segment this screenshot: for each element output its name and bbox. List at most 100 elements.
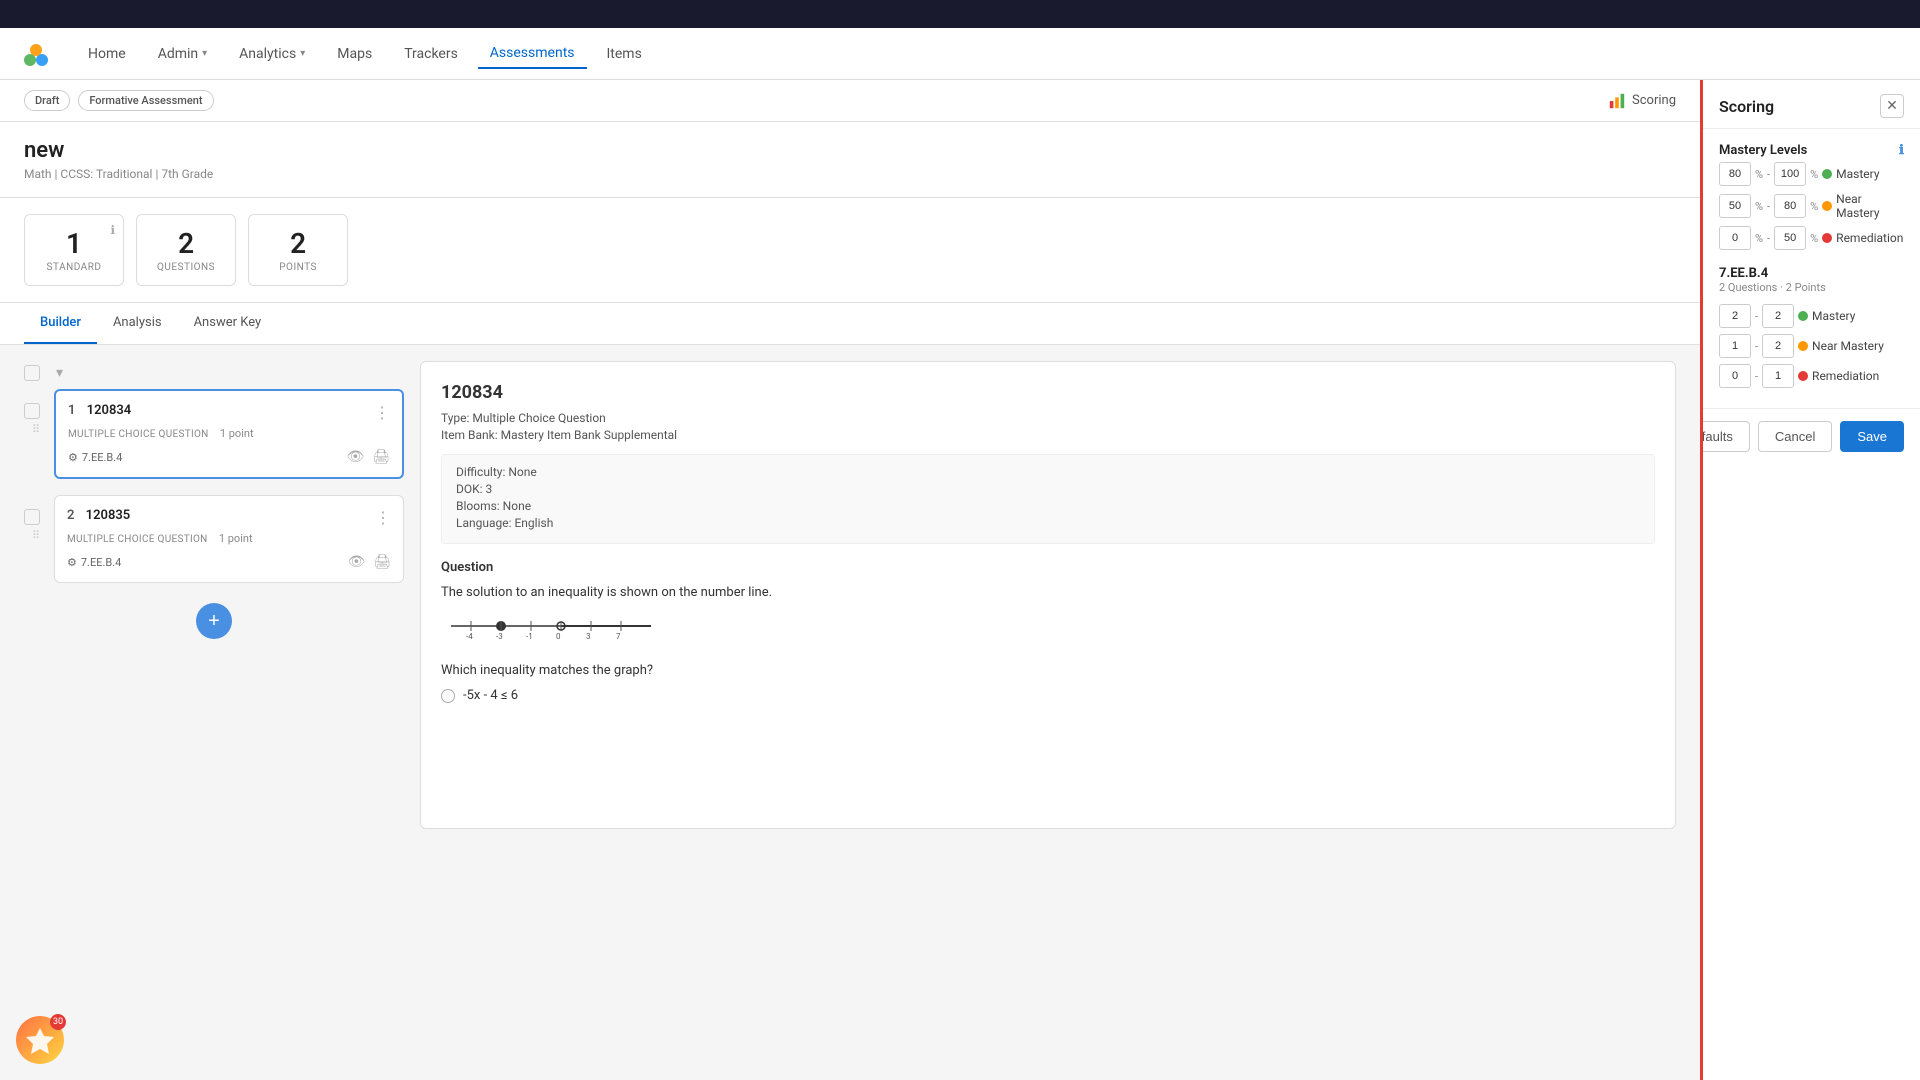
mastery-max-1[interactable] xyxy=(1774,162,1806,186)
mastery-dash-2: - xyxy=(1767,200,1770,213)
question-list-header: ▾ xyxy=(24,361,404,385)
mastery-info-icon[interactable]: ℹ xyxy=(1899,143,1904,158)
standard-label-3: Remediation xyxy=(1812,369,1879,383)
stat-points: 2 POINTS xyxy=(248,214,348,286)
mastery-max-3[interactable] xyxy=(1774,226,1806,250)
nav-items[interactable]: Items xyxy=(595,40,654,68)
main-content: Draft Formative Assessment Scoring new M… xyxy=(0,80,1700,1080)
scoring-close-button[interactable]: ✕ xyxy=(1880,94,1904,118)
mastery-max-2[interactable] xyxy=(1774,194,1806,218)
mastery-pct-1: % xyxy=(1755,168,1763,181)
question-answer-label: Which inequality matches the graph? xyxy=(441,661,1655,681)
std-dot-red xyxy=(1798,371,1808,381)
save-button[interactable]: Save xyxy=(1840,421,1904,452)
standard-icon-2: ⚙ xyxy=(67,556,77,569)
q1-id: 120834 xyxy=(87,403,132,418)
mastery-dot-green-1 xyxy=(1822,169,1832,179)
mastery-label-1: Mastery xyxy=(1836,167,1879,181)
scoring-header: Scoring ✕ xyxy=(1703,80,1920,129)
standard-row-1: - Mastery xyxy=(1719,304,1904,328)
q1-drag-handle[interactable]: ⠿ xyxy=(32,423,40,436)
q1-menu-icon[interactable]: ⋮ xyxy=(374,403,390,422)
nav-maps[interactable]: Maps xyxy=(325,40,384,68)
mastery-dot-orange-1 xyxy=(1822,201,1832,211)
nav-assessments[interactable]: Assessments xyxy=(478,39,587,69)
q1-checkbox[interactable] xyxy=(24,403,40,419)
svg-text:-3: -3 xyxy=(496,632,503,641)
mastery-pct-4: % xyxy=(1810,200,1818,213)
defaults-button[interactable]: Defaults xyxy=(1700,421,1750,452)
mastery-min-3[interactable] xyxy=(1719,226,1751,250)
q1-points: 1 point xyxy=(220,427,254,440)
notification-badge: 30 xyxy=(50,1014,66,1030)
q2-drag-handle[interactable]: ⠿ xyxy=(32,529,40,542)
nav-trackers[interactable]: Trackers xyxy=(392,40,470,68)
tab-analysis[interactable]: Analysis xyxy=(97,303,178,344)
builder-area: ▾ ⠿ 1 120834 ⋮ xyxy=(0,345,1700,845)
standard-max-3[interactable] xyxy=(1762,364,1794,388)
question-item-2[interactable]: 2 120835 ⋮ MULTIPLE CHOICE QUESTION 1 po… xyxy=(54,495,404,583)
standard-section: 7.EE.B.4 2 Questions · 2 Points - Master… xyxy=(1719,266,1904,388)
stat-label-points: POINTS xyxy=(269,262,327,273)
mastery-row-1: % - % Mastery xyxy=(1719,162,1904,186)
sub-header-left: Draft Formative Assessment xyxy=(24,90,214,111)
scoring-sidebar: Scoring ✕ Mastery Levels ℹ % - % Mastery xyxy=(1700,80,1920,1080)
option-radio-1[interactable] xyxy=(441,689,455,703)
mastery-min-2[interactable] xyxy=(1719,194,1751,218)
q1-header: 1 120834 ⋮ xyxy=(68,403,390,422)
analytics-chevron-icon: ▾ xyxy=(300,48,305,59)
nav-admin[interactable]: Admin▾ xyxy=(146,40,219,68)
mastery-label-3: Remediation xyxy=(1836,231,1903,245)
scoring-button[interactable]: Scoring xyxy=(1608,92,1676,110)
select-all-checkbox[interactable] xyxy=(24,365,40,381)
question-item-1-row: ⠿ 1 120834 ⋮ MULTIPLE CHOICE QUESTION xyxy=(24,389,404,487)
standard-icon: ⚙ xyxy=(68,451,78,464)
bottom-avatar[interactable]: 30 xyxy=(16,1016,64,1064)
q2-footer: ⚙ 7.EE.B.4 👁 🖨 xyxy=(67,554,391,570)
q2-type: MULTIPLE CHOICE QUESTION xyxy=(67,534,208,545)
add-question-button[interactable]: + xyxy=(196,603,232,639)
mastery-dash-3: - xyxy=(1767,232,1770,245)
standard-min-1[interactable] xyxy=(1719,304,1751,328)
svg-text:-1: -1 xyxy=(526,632,533,641)
collapse-icon[interactable]: ▾ xyxy=(56,365,63,381)
tabs: Builder Analysis Answer Key xyxy=(0,303,1700,345)
tab-answer-key[interactable]: Answer Key xyxy=(178,303,278,344)
q1-preview-icon[interactable]: 👁 xyxy=(346,449,364,465)
standard-min-3[interactable] xyxy=(1719,364,1751,388)
page-title: new xyxy=(24,138,1676,163)
scoring-footer: Defaults Cancel Save xyxy=(1703,408,1920,464)
q1-print-icon[interactable]: 🖨 xyxy=(372,449,390,465)
stat-label-questions: QUESTIONS xyxy=(157,262,215,273)
q2-preview-icon[interactable]: 👁 xyxy=(347,554,365,570)
stat-questions: 2 QUESTIONS xyxy=(136,214,236,286)
q2-print-icon[interactable]: 🖨 xyxy=(373,554,391,570)
stats-row: ℹ 1 STANDARD 2 QUESTIONS 2 POINTS xyxy=(0,198,1700,303)
question-item-2-row: ⠿ 2 120835 ⋮ MULTIPLE CHOICE QUESTION xyxy=(24,495,404,591)
mastery-levels-title: Mastery Levels ℹ xyxy=(1719,143,1904,158)
question-option-1[interactable]: -5x - 4 ≤ 6 xyxy=(441,688,1655,703)
formative-badge[interactable]: Formative Assessment xyxy=(78,90,213,111)
svg-text:0: 0 xyxy=(556,632,561,641)
nav-analytics[interactable]: Analytics▾ xyxy=(227,40,317,68)
standard-max-2[interactable] xyxy=(1762,334,1794,358)
cancel-button[interactable]: Cancel xyxy=(1758,421,1832,452)
scoring-body: Mastery Levels ℹ % - % Mastery % - % xyxy=(1703,129,1920,408)
tab-builder[interactable]: Builder xyxy=(24,303,97,344)
q2-menu-icon[interactable]: ⋮ xyxy=(375,508,391,527)
question-detail-id: 120834 xyxy=(441,382,1655,403)
standard-min-2[interactable] xyxy=(1719,334,1751,358)
stat-info-icon[interactable]: ℹ xyxy=(110,223,115,237)
nav-logo[interactable] xyxy=(20,38,52,70)
q2-checkbox[interactable] xyxy=(24,509,40,525)
mastery-dash-1: - xyxy=(1767,168,1770,181)
standard-label-1: Mastery xyxy=(1812,309,1855,323)
mastery-min-1[interactable] xyxy=(1719,162,1751,186)
standard-sub: 2 Questions · 2 Points xyxy=(1719,281,1904,294)
standard-max-1[interactable] xyxy=(1762,304,1794,328)
std-dot-orange xyxy=(1798,341,1808,351)
draft-badge[interactable]: Draft xyxy=(24,90,70,111)
question-item-1[interactable]: 1 120834 ⋮ MULTIPLE CHOICE QUESTION 1 po… xyxy=(54,389,404,479)
nav-home[interactable]: Home xyxy=(76,40,138,68)
svg-text:-4: -4 xyxy=(466,632,473,641)
